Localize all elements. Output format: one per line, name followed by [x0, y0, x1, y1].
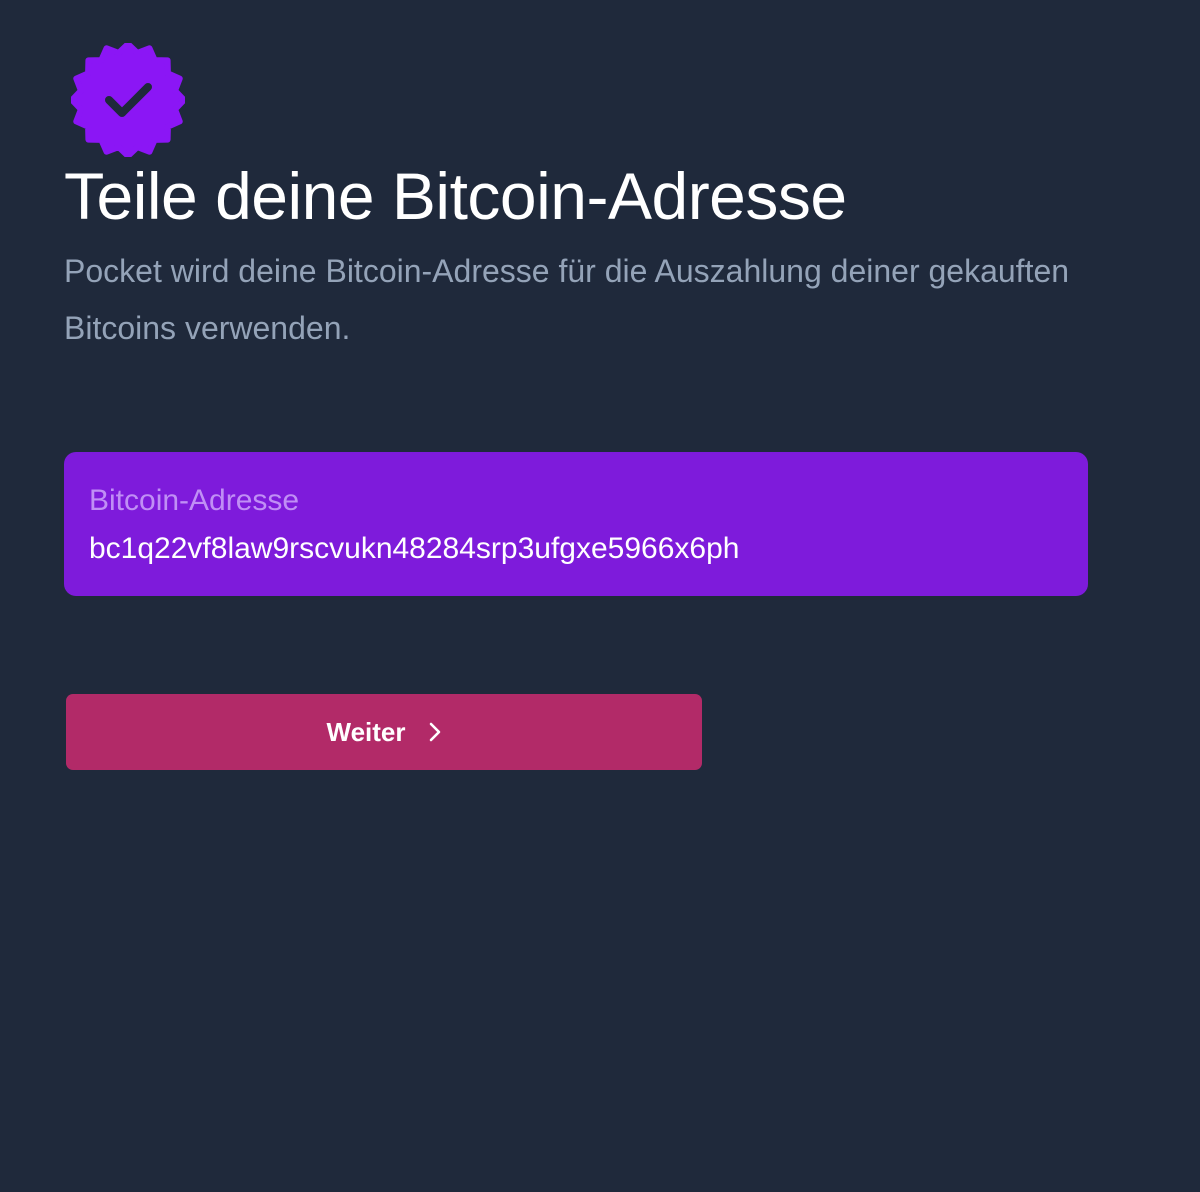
- continue-button[interactable]: Weiter: [66, 694, 702, 770]
- bitcoin-address-field[interactable]: Bitcoin-Adresse bc1q22vf8law9rscvukn4828…: [64, 452, 1088, 596]
- bitcoin-address-label: Bitcoin-Adresse: [89, 484, 300, 517]
- bitcoin-address-input[interactable]: bc1q22vf8law9rscvukn48284srp3ufgxe5966x6…: [89, 529, 739, 569]
- chevron-right-icon: [428, 721, 442, 743]
- page-subtitle: Pocket wird deine Bitcoin-Adresse für di…: [64, 253, 1070, 346]
- verified-badge-icon: [71, 43, 185, 157]
- continue-button-label: Weiter: [326, 717, 406, 747]
- page-title: Teile deine Bitcoin-Adresse: [64, 159, 847, 233]
